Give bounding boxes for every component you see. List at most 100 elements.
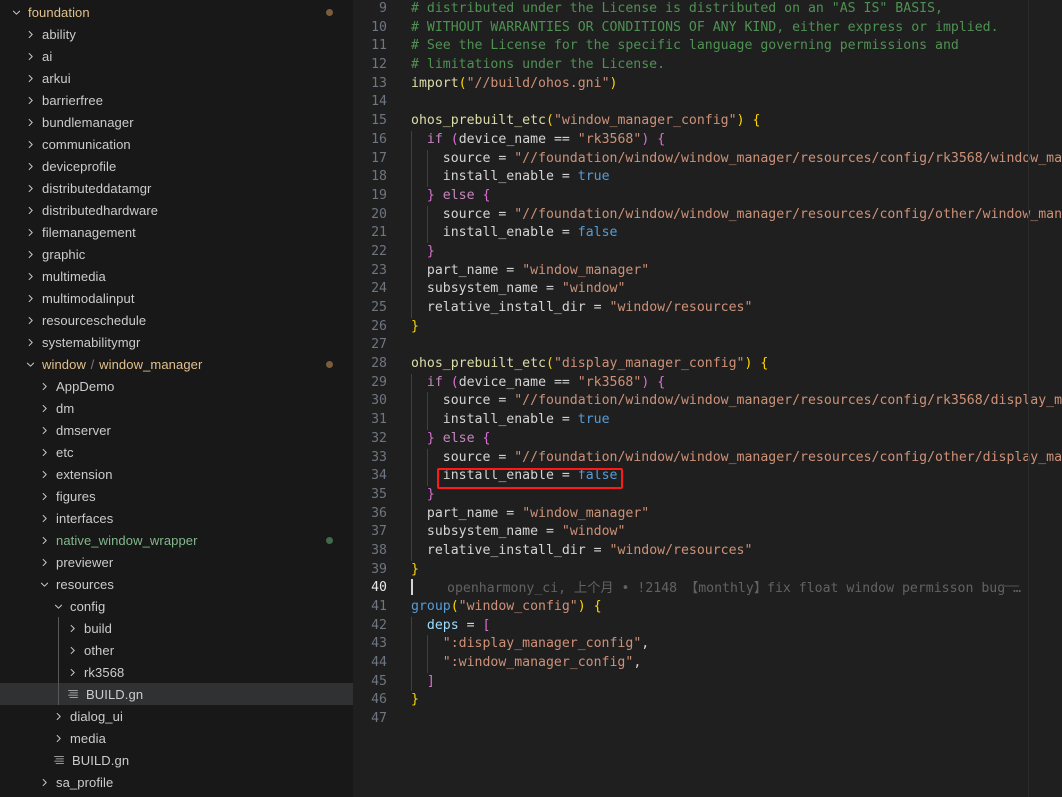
line-content[interactable]: # limitations under the License. [399, 56, 1062, 75]
chevron-right-icon[interactable] [22, 221, 38, 243]
line-content[interactable]: part_name = "window_manager" [399, 261, 1062, 281]
tree-folder-item[interactable]: dmserver [0, 419, 353, 441]
editor-line[interactable]: 45 ] [353, 672, 1062, 692]
editor-line[interactable]: 17 source = "//foundation/window/window_… [353, 149, 1062, 169]
editor-line[interactable]: 27 [353, 336, 1062, 355]
line-content[interactable]: deps = [ [399, 616, 1062, 636]
editor-line[interactable]: 44 ":window_manager_config", [353, 654, 1062, 673]
tree-folder-item[interactable]: communication [0, 133, 353, 155]
line-content[interactable]: source = "//foundation/window/window_man… [399, 392, 1062, 412]
editor-line[interactable]: 18 install_enable = true [353, 168, 1062, 187]
editor-line[interactable]: 15 ohos_prebuilt_etc("window_manager_conf… [353, 112, 1062, 131]
line-content[interactable]: part_name = "window_manager" [399, 504, 1062, 524]
tree-file-item[interactable]: BUILD.gn [0, 749, 353, 771]
tree-folder-item[interactable]: ai [0, 45, 353, 67]
editor-line[interactable]: 28 ohos_prebuilt_etc("display_manager_con… [353, 355, 1062, 374]
line-content[interactable]: } else { [399, 186, 1062, 206]
line-content[interactable]: source = "//foundation/window/window_man… [399, 205, 1062, 225]
tree-folder-item[interactable]: bundlemanager [0, 111, 353, 133]
line-content[interactable] [399, 93, 1062, 112]
tree-folder-item[interactable]: build [0, 617, 353, 639]
editor-line[interactable]: 39} [353, 561, 1062, 580]
editor-line[interactable]: 34 install_enable = false [353, 467, 1062, 486]
tree-folder-item[interactable]: distributedhardware [0, 199, 353, 221]
line-content[interactable]: relative_install_dir = "window/resources… [399, 541, 1062, 561]
line-content[interactable]: import("//build/ohos.gni") [399, 75, 1062, 94]
tree-folder-item[interactable]: interfaces [0, 507, 353, 529]
line-content[interactable]: } else { [399, 429, 1062, 449]
editor-line[interactable]: 24 subsystem_name = "window" [353, 280, 1062, 299]
editor-line[interactable]: 11 # See the License for the specific lan… [353, 37, 1062, 56]
editor-line[interactable]: 30 source = "//foundation/window/window_… [353, 392, 1062, 412]
editor-line[interactable]: 25 relative_install_dir = "window/resour… [353, 299, 1062, 318]
tree-folder-item[interactable]: dm [0, 397, 353, 419]
line-content[interactable]: ] [399, 672, 1062, 692]
line-content[interactable]: subsystem_name = "window" [399, 280, 1062, 299]
editor-line[interactable]: 9 # distributed under the License is dist… [353, 0, 1062, 19]
editor-line[interactable]: 42 deps = [ [353, 616, 1062, 636]
chevron-right-icon[interactable] [22, 89, 38, 111]
tree-folder-item[interactable]: dialog_ui [0, 705, 353, 727]
tree-folder-item[interactable]: previewer [0, 551, 353, 573]
line-content[interactable] [399, 336, 1062, 355]
tree-folder-item[interactable]: deviceprofile [0, 155, 353, 177]
editor-line[interactable]: 23 part_name = "window_manager" [353, 261, 1062, 281]
editor-line[interactable]: 43 ":display_manager_config", [353, 635, 1062, 655]
chevron-right-icon[interactable] [36, 529, 52, 551]
tree-folder-item[interactable]: native_window_wrapper [0, 529, 353, 551]
code-editor[interactable]: 9 # distributed under the License is dist… [353, 0, 1062, 797]
chevron-right-icon[interactable] [36, 375, 52, 397]
tree-folder-item[interactable]: arkui [0, 67, 353, 89]
chevron-right-icon[interactable] [22, 177, 38, 199]
tree-folder-item[interactable]: distributeddatamgr [0, 177, 353, 199]
line-content[interactable] [399, 710, 1062, 729]
line-content[interactable]: relative_install_dir = "window/resources… [399, 299, 1062, 318]
editor-line[interactable]: 31 install_enable = true [353, 411, 1062, 430]
chevron-right-icon[interactable] [36, 397, 52, 419]
tree-folder-item[interactable]: filemanagement [0, 221, 353, 243]
editor-line[interactable]: 26} [353, 318, 1062, 337]
tree-folder-item[interactable]: resources [0, 573, 353, 595]
editor-line[interactable]: 33 source = "//foundation/window/window_… [353, 448, 1062, 468]
chevron-right-icon[interactable] [36, 771, 52, 793]
line-content[interactable]: source = "//foundation/window/window_man… [399, 149, 1062, 169]
tree-folder-item[interactable]: resourceschedule [0, 309, 353, 331]
chevron-down-icon[interactable] [22, 353, 38, 375]
tree-folder-item[interactable]: etc [0, 441, 353, 463]
chevron-right-icon[interactable] [22, 111, 38, 133]
line-content[interactable]: install_enable = true [399, 411, 1062, 430]
editor-line[interactable]: 29 if (device_name == "rk3568") { [353, 373, 1062, 393]
chevron-right-icon[interactable] [36, 485, 52, 507]
editor-line[interactable]: 13 import("//build/ohos.gni") [353, 75, 1062, 94]
chevron-down-icon[interactable] [50, 595, 66, 617]
chevron-right-icon[interactable] [22, 199, 38, 221]
line-content[interactable]: # WITHOUT WARRANTIES OR CONDITIONS OF AN… [399, 19, 1062, 38]
editor-line[interactable]: 47 [353, 710, 1062, 729]
chevron-right-icon[interactable] [22, 155, 38, 177]
chevron-right-icon[interactable] [22, 45, 38, 67]
tree-folder-item[interactable]: multimedia [0, 265, 353, 287]
tree-folder-item[interactable]: foundation [0, 1, 353, 23]
editor-line[interactable]: 10 # WITHOUT WARRANTIES OR CONDITIONS OF … [353, 19, 1062, 38]
tree-folder-item[interactable]: barrierfree [0, 89, 353, 111]
editor-line[interactable]: 21 install_enable = false [353, 224, 1062, 243]
line-content[interactable]: ":window_manager_config", [399, 654, 1062, 673]
editor-line[interactable]: 35 } [353, 485, 1062, 505]
chevron-right-icon[interactable] [22, 67, 38, 89]
line-content[interactable]: } [399, 561, 1062, 580]
tree-folder-item[interactable]: systemabilitymgr [0, 331, 353, 353]
editor-line[interactable]: 40 openharmony_ci, 上个月 • !2148 【monthly】f… [353, 579, 1062, 598]
editor-line[interactable]: 14 [353, 93, 1062, 112]
tree-folder-item[interactable]: figures [0, 485, 353, 507]
line-content[interactable]: install_enable = false [399, 224, 1062, 243]
chevron-right-icon[interactable] [36, 507, 52, 529]
editor-line[interactable]: 20 source = "//foundation/window/window_… [353, 205, 1062, 225]
line-content[interactable]: } [399, 485, 1062, 505]
chevron-right-icon[interactable] [22, 243, 38, 265]
chevron-right-icon[interactable] [36, 441, 52, 463]
line-content[interactable]: subsystem_name = "window" [399, 523, 1062, 542]
line-content[interactable]: } [399, 691, 1062, 710]
line-content[interactable]: } [399, 318, 1062, 337]
line-content[interactable]: ":display_manager_config", [399, 635, 1062, 655]
chevron-right-icon[interactable] [36, 419, 52, 441]
